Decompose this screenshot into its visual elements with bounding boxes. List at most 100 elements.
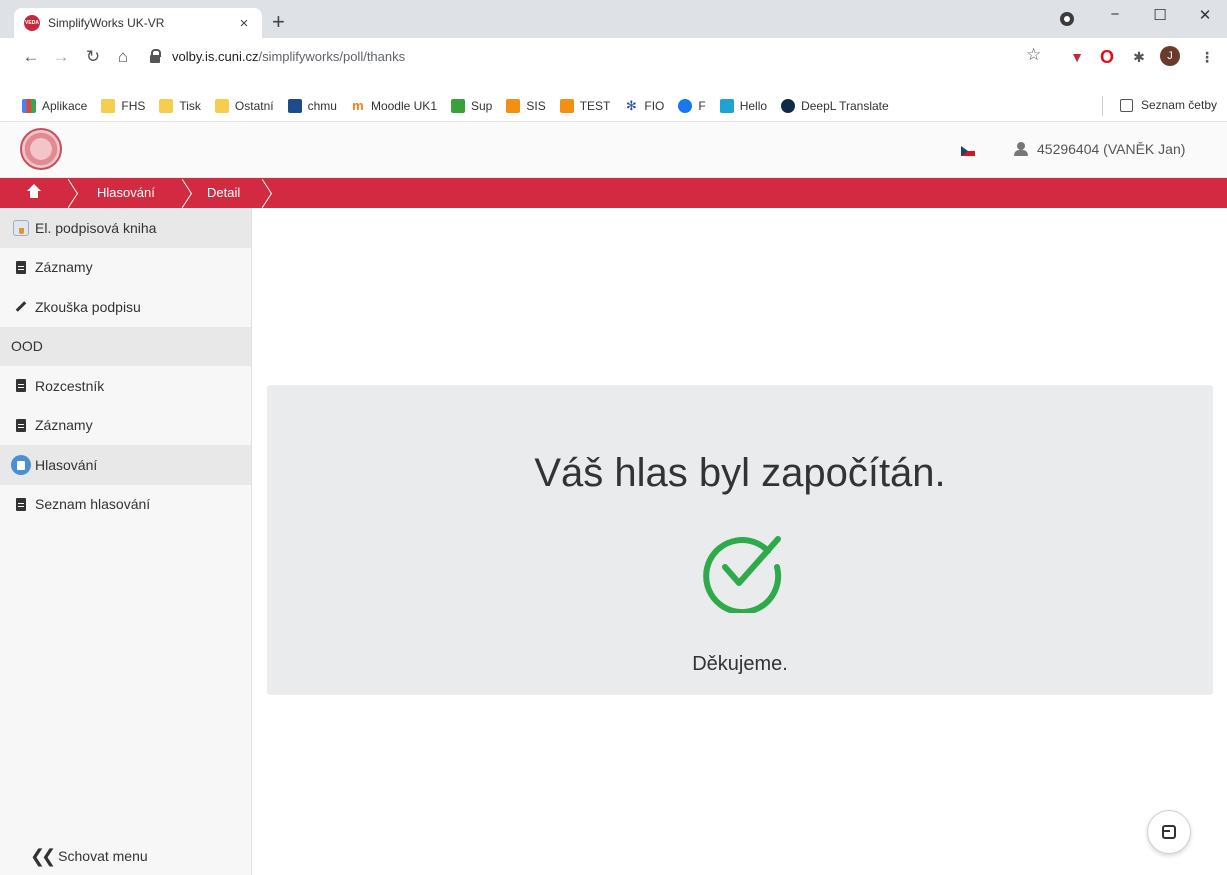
bookmark-label: FIO	[644, 98, 665, 113]
bookmark-sup[interactable]: Sup	[451, 98, 493, 113]
sidebar-item-label: OOD	[11, 338, 43, 355]
tab-search-icon[interactable]	[1060, 12, 1074, 26]
address-bar[interactable]: volby.is.cuni.cz/simplifyworks/poll/than…	[148, 44, 1008, 68]
maximize-button[interactable]: ☐	[1140, 6, 1180, 24]
bookmark-star-icon[interactable]: ☆	[1026, 45, 1041, 65]
bookmark-label: DeepL Translate	[801, 98, 889, 113]
folder-icon	[214, 98, 229, 113]
bookmark-label: chmu	[307, 98, 337, 113]
bookmark-label: Ostatní	[234, 98, 274, 113]
sidebar-item-zaznamy[interactable]: Záznamy	[0, 248, 251, 288]
sidebar-item-label: Rozcestník	[35, 377, 105, 394]
bookmark-label: SIS	[526, 98, 546, 113]
bookmark-chmu[interactable]: chmu	[287, 98, 337, 113]
profile-avatar[interactable]: J	[1160, 46, 1180, 66]
bookmark-folder-tisk[interactable]: Tisk	[159, 98, 201, 113]
breadcrumb-separator	[180, 178, 194, 208]
sidebar-item-label: Zkouška podpisu	[35, 298, 141, 315]
hide-menu-button[interactable]: ❮❮ Schovat menu	[30, 837, 148, 875]
bookmark-folder-ostatni[interactable]: Ostatní	[214, 98, 274, 113]
confirmation-title: Váš hlas byl započítán.	[534, 451, 946, 495]
document-icon	[11, 260, 31, 274]
bookmark-label: F	[698, 98, 706, 113]
tab-close-icon[interactable]: ×	[236, 15, 252, 32]
user-menu[interactable]: 45296404 (VANĚK Jan)	[1014, 141, 1185, 157]
minimize-button[interactable]: −	[1095, 6, 1135, 23]
bookmarks-bar: Aplikace FHS Tisk Ostatní chmu m Moodle U…	[0, 90, 1227, 122]
bookmark-label: TEST	[579, 98, 611, 113]
bookmark-folder-fhs[interactable]: FHS	[101, 98, 146, 113]
breadcrumb-separator	[260, 178, 274, 208]
browser-tab[interactable]: VEDA SimplifyWorks UK-VR ×	[14, 8, 262, 38]
close-window-button[interactable]: ✕	[1185, 6, 1225, 24]
bookmark-label: Tisk	[179, 98, 201, 113]
sidebar-item-zkouska-podpisu[interactable]: Zkouška podpisu	[0, 287, 251, 327]
sidebar-item-rozcestnik[interactable]: Rozcestník	[0, 366, 251, 406]
bookmark-sis[interactable]: SIS	[506, 98, 546, 113]
home-icon	[27, 184, 41, 199]
reload-icon[interactable]: ↻	[82, 46, 104, 68]
bookmark-fio[interactable]: ✻ FIO	[624, 97, 665, 113]
sidebar-item-seznam-hlasovani[interactable]: Seznam hlasování	[0, 485, 251, 525]
university-seal-logo[interactable]	[20, 128, 62, 170]
bookmark-label: Hello	[739, 98, 768, 113]
browser-toolbar: ← → ↻ ⌂ volby.is.cuni.cz/simplifyworks/p…	[0, 38, 1227, 90]
success-check-icon	[703, 536, 782, 613]
sidebar-head-hlasovani[interactable]: Hlasování	[0, 445, 251, 485]
signature-book-icon	[11, 219, 31, 236]
vote-confirmation-panel: Váš hlas byl započítán. Děkujeme.	[267, 385, 1213, 695]
adblock-extension-icon[interactable]: O	[1098, 48, 1116, 66]
sidebar-item-label: Hlasování	[35, 456, 98, 473]
pencil-icon	[11, 301, 31, 313]
sidebar: El. podpisová kniha Záznamy Zkouška podp…	[0, 208, 252, 875]
logout-icon	[1162, 825, 1176, 839]
sidebar-head-signature-book[interactable]: El. podpisová kniha	[0, 208, 251, 248]
document-icon	[11, 418, 31, 432]
bookmark-moodle[interactable]: m Moodle UK1	[351, 98, 437, 113]
double-chevron-left-icon: ❮❮	[30, 845, 56, 866]
breadcrumb-item-detail: Detail	[207, 185, 241, 200]
reading-list-label: Seznam četby	[1140, 98, 1217, 112]
reading-list-button[interactable]: Seznam četby	[1119, 98, 1217, 112]
forward-arrow-icon[interactable]: →	[50, 46, 72, 68]
bookmark-facebook[interactable]: F	[678, 98, 706, 113]
apps-grid-icon	[22, 98, 36, 113]
sidebar-item-zaznamy-ood[interactable]: Záznamy	[0, 406, 251, 446]
back-arrow-icon[interactable]: ←	[20, 46, 42, 68]
folder-icon	[101, 98, 116, 113]
bookmark-apps[interactable]: Aplikace	[22, 98, 87, 113]
sidebar-head-ood[interactable]: OOD	[0, 326, 251, 366]
breadcrumb-home[interactable]	[26, 178, 46, 208]
bookmark-label: FHS	[121, 98, 146, 113]
facebook-icon	[678, 98, 693, 113]
sidebar-item-label: Záznamy	[35, 417, 93, 434]
sidebar-item-label: Záznamy	[35, 259, 93, 276]
thanks-text: Děkujeme.	[692, 653, 788, 675]
url-host: volby.is.cuni.cz	[172, 48, 259, 64]
pocket-extension-icon[interactable]: ▼	[1068, 48, 1086, 66]
new-tab-button[interactable]: +	[272, 9, 285, 35]
tab-title: SimplifyWorks UK-VR	[48, 16, 165, 30]
app-header: 45296404 (VANĚK Jan)	[0, 122, 1227, 178]
hello-icon	[719, 98, 734, 113]
ballot-box-icon	[11, 454, 31, 475]
czech-flag-icon[interactable]	[961, 146, 975, 156]
fio-icon: ✻	[625, 97, 637, 113]
hide-menu-label: Schovat menu	[58, 848, 148, 864]
sis-icon	[559, 98, 574, 113]
moodle-icon: m	[352, 98, 364, 113]
document-icon	[11, 497, 31, 511]
breadcrumb-separator	[66, 178, 80, 208]
bookmark-test[interactable]: TEST	[559, 98, 611, 113]
logout-button[interactable]	[1147, 810, 1191, 854]
breadcrumb-item-hlasovani[interactable]: Hlasování	[97, 178, 155, 208]
chmu-icon	[287, 98, 302, 113]
home-icon[interactable]: ⌂	[112, 46, 134, 68]
extensions-puzzle-icon[interactable]: ✱	[1130, 48, 1148, 66]
user-icon	[1014, 142, 1028, 156]
browser-menu-icon[interactable]: ⋮	[1198, 48, 1216, 66]
bookmark-hello[interactable]: Hello	[719, 98, 768, 113]
bookmark-deepl[interactable]: DeepL Translate	[781, 98, 889, 113]
bookmark-label: Sup	[471, 98, 493, 113]
browser-tab-bar: VEDA SimplifyWorks UK-VR × + − ☐ ✕	[0, 0, 1227, 38]
